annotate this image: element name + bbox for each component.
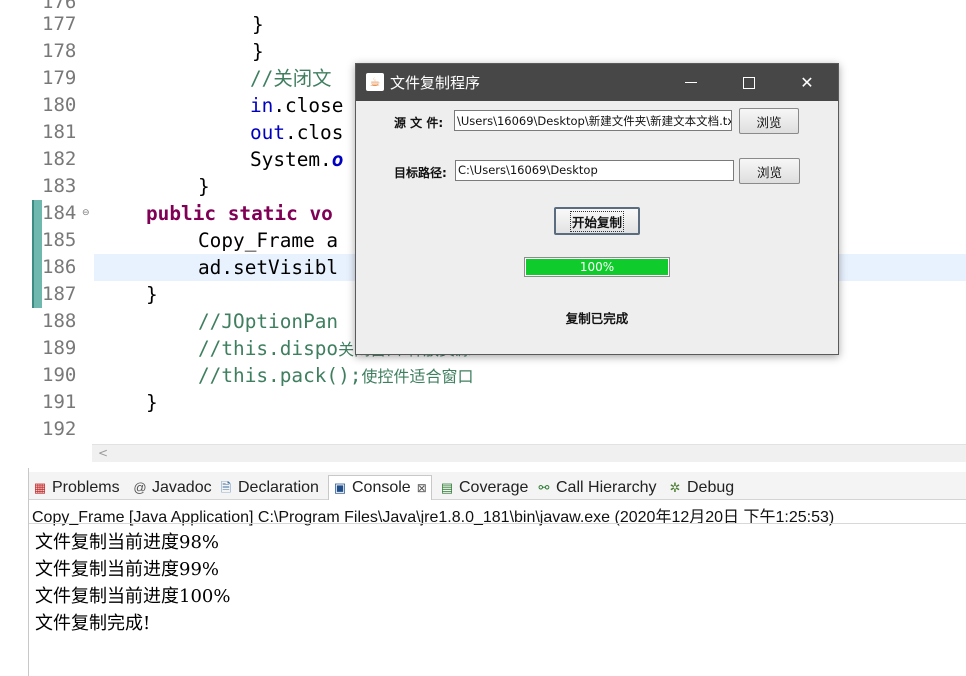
line-number: 192: [42, 418, 77, 440]
view-tab-bar: ▦ Problems @ Javadoc 🗎 Declaration ▣ Console…: [29, 472, 966, 500]
java-coffee-icon: ☕: [366, 73, 384, 91]
console-panel: ▦ Problems @ Javadoc 🗎 Declaration ▣ Console…: [28, 468, 966, 676]
line-number: 181: [42, 121, 77, 143]
line-number: 186: [42, 256, 77, 278]
debug-icon: ✲: [669, 479, 681, 495]
target-path-field[interactable]: C:\Users\16069\Desktop: [455, 160, 734, 181]
code-line: //this.pack();使控件适合窗口: [198, 362, 473, 389]
minimize-icon: [685, 82, 697, 83]
console-output-line: 文件复制完成!: [35, 613, 151, 634]
tab-label: Problems: [52, 478, 120, 496]
tab-console[interactable]: ▣ Console ⊠: [328, 475, 432, 500]
line-number: 185: [42, 229, 77, 251]
source-file-label: 源 文 件:: [394, 116, 444, 130]
copy-status-text: 复制已完成: [565, 311, 629, 326]
comment-text: //this.dispo: [198, 337, 339, 360]
line-number: 189: [42, 337, 77, 359]
line-number: 178: [42, 40, 77, 62]
browse-target-button[interactable]: 浏览: [739, 158, 800, 184]
line-number: 183: [42, 175, 77, 197]
tab-label: Coverage: [459, 478, 529, 496]
code-line: out.clos: [250, 119, 343, 146]
browse-source-button[interactable]: 浏览: [739, 108, 799, 134]
comment-text: 关闭文: [273, 67, 332, 90]
tab-label: Call Hierarchy: [556, 478, 657, 496]
code-line: Copy_Frame a: [198, 229, 339, 252]
minimize-button[interactable]: [662, 64, 720, 101]
change-indicator-bar: [32, 200, 42, 308]
code-line: public static vo: [146, 200, 333, 227]
scroll-left-icon[interactable]: <: [98, 446, 108, 460]
code-line: }: [198, 175, 210, 198]
code-line: ad.setVisibl: [198, 256, 339, 279]
tab-coverage[interactable]: ▤ Coverage: [440, 475, 529, 500]
close-icon: ✕: [800, 73, 814, 92]
line-number: 179: [42, 67, 77, 89]
start-copy-button[interactable]: 开始复制: [554, 207, 640, 235]
comment-text: //this.pack();: [198, 364, 362, 387]
code-token: .clos: [285, 121, 344, 144]
line-number-ruler: 176 177 178 179 180 181 182 183 184 185 …: [0, 0, 92, 444]
tab-label: Javadoc: [152, 478, 212, 496]
fold-collapse-icon[interactable]: ⊖: [82, 209, 90, 218]
declaration-icon: 🗎: [220, 479, 232, 495]
code-line: //JOptionPan: [198, 310, 339, 333]
maximize-button[interactable]: [720, 64, 778, 101]
comment-text: 使控件适合窗口: [361, 367, 474, 386]
console-output-line: 文件复制当前进度98%: [35, 532, 220, 553]
static-field-token: o: [331, 148, 344, 171]
code-token: System.: [250, 148, 332, 171]
tab-call-hierarchy[interactable]: ⚯ Call Hierarchy: [537, 475, 657, 500]
file-copy-dialog: ☕ 文件复制程序 ✕ 源 文 件: \Users\16069\Desktop\新…: [355, 63, 839, 355]
console-output-line: 文件复制当前进度100%: [35, 586, 231, 607]
tab-label: Debug: [687, 478, 735, 496]
line-number: 191: [42, 391, 77, 413]
line-number: 177: [42, 13, 77, 35]
line-number: 187: [42, 283, 77, 305]
divider: [29, 523, 966, 524]
code-line: }: [252, 40, 264, 63]
line-number: 188: [42, 310, 77, 332]
tab-javadoc[interactable]: @ Javadoc: [133, 475, 212, 500]
call-hierarchy-icon: ⚯: [538, 479, 550, 495]
code-line: in.close: [250, 92, 343, 119]
code-line: System.o: [250, 146, 343, 173]
console-icon: ▣: [333, 480, 347, 495]
field-token: in: [250, 94, 274, 117]
console-output-line: 文件复制当前进度99%: [35, 559, 220, 580]
line-number: 184: [42, 202, 77, 224]
copy-progress-bar: 100%: [524, 257, 670, 277]
tab-label: Console: [352, 479, 411, 496]
tab-debug[interactable]: ✲ Debug: [668, 475, 735, 500]
field-token: out: [250, 121, 286, 144]
maximize-icon: [743, 76, 755, 89]
line-number: 190: [42, 364, 77, 386]
line-number: 182: [42, 148, 77, 170]
tab-label: Declaration: [238, 478, 319, 496]
code-token: .close: [273, 94, 344, 117]
horizontal-scrollbar[interactable]: <: [92, 444, 966, 462]
line-number: 180: [42, 94, 77, 116]
tab-problems[interactable]: ▦ Problems: [33, 475, 120, 500]
dialog-title: 文件复制程序: [390, 74, 481, 92]
close-tab-icon[interactable]: ⊠: [417, 481, 427, 495]
tab-declaration[interactable]: 🗎 Declaration: [219, 475, 319, 500]
start-copy-label: 开始复制: [569, 210, 624, 232]
dialog-titlebar[interactable]: ☕ 文件复制程序 ✕: [356, 64, 838, 101]
coverage-icon: ▤: [440, 479, 454, 495]
code-line: }: [252, 13, 264, 36]
code-line: }: [146, 391, 158, 414]
problems-icon: ▦: [33, 479, 47, 495]
comment-text: //: [250, 67, 274, 90]
code-line: //关闭文: [250, 65, 332, 92]
target-path-label: 目标路径:: [394, 166, 447, 180]
close-button[interactable]: ✕: [778, 64, 836, 101]
code-line: }: [146, 283, 158, 306]
javadoc-icon: @: [133, 479, 147, 495]
progress-text: 100%: [579, 260, 615, 274]
keyword-token: public static vo: [146, 202, 333, 225]
source-file-field[interactable]: \Users\16069\Desktop\新建文件夹\新建文本文档.txt: [454, 110, 732, 131]
